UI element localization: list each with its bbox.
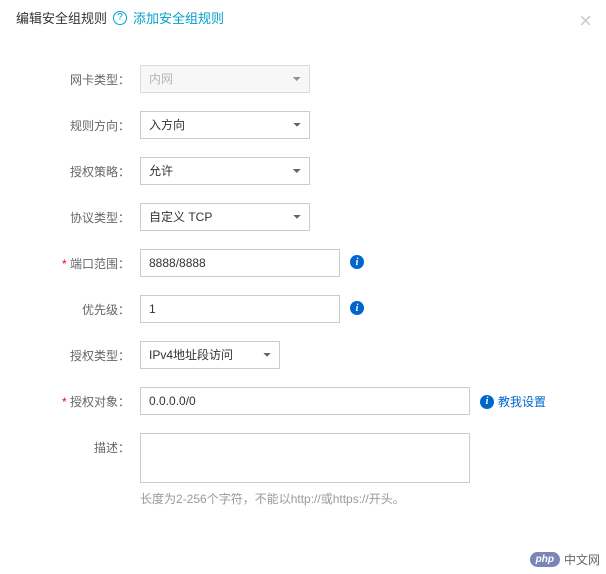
php-badge: php	[530, 552, 560, 567]
description-hint: 长度为2-256个字符，不能以http://或https://开头。	[140, 490, 470, 507]
textarea-description[interactable]	[140, 433, 470, 483]
info-icon[interactable]: i	[350, 255, 364, 269]
label-port-range: 端口范围：	[20, 249, 140, 272]
rule-form: 网卡类型： 内网 规则方向： 入方向 授权策略： 允许 协议类型： 自定义 TC…	[0, 35, 606, 535]
label-protocol: 协议类型：	[20, 203, 140, 226]
input-auth-object[interactable]	[140, 387, 470, 415]
watermark-text: 中文网	[564, 551, 600, 568]
row-policy: 授权策略： 允许	[20, 157, 586, 185]
row-description: 描述： 长度为2-256个字符，不能以http://或https://开头。	[20, 433, 586, 507]
row-protocol: 协议类型： 自定义 TCP	[20, 203, 586, 231]
select-policy[interactable]: 允许	[140, 157, 310, 185]
teach-me-link[interactable]: 教我设置	[498, 393, 546, 410]
select-nic-type: 内网	[140, 65, 310, 93]
add-rule-link[interactable]: 添加安全组规则	[133, 8, 224, 27]
input-port-range[interactable]	[140, 249, 340, 277]
help-icon[interactable]: ?	[113, 11, 127, 25]
label-priority: 优先级：	[20, 295, 140, 318]
info-icon[interactable]: i	[480, 395, 494, 409]
select-direction[interactable]: 入方向	[140, 111, 310, 139]
label-auth-type: 授权类型：	[20, 341, 140, 364]
info-icon[interactable]: i	[350, 301, 364, 315]
watermark: php 中文网	[530, 551, 600, 568]
row-direction: 规则方向： 入方向	[20, 111, 586, 139]
row-nic-type: 网卡类型： 内网	[20, 65, 586, 93]
label-description: 描述：	[20, 433, 140, 456]
row-auth-object: 授权对象： i 教我设置	[20, 387, 586, 415]
label-auth-object: 授权对象：	[20, 387, 140, 410]
dialog-title: 编辑安全组规则	[16, 8, 107, 27]
row-port-range: 端口范围： i	[20, 249, 586, 277]
row-priority: 优先级： i	[20, 295, 586, 323]
select-protocol[interactable]: 自定义 TCP	[140, 203, 310, 231]
dialog-header: 编辑安全组规则 ? 添加安全组规则	[0, 0, 606, 35]
row-auth-type: 授权类型： IPv4地址段访问	[20, 341, 586, 369]
label-policy: 授权策略：	[20, 157, 140, 180]
close-icon[interactable]: ×	[579, 10, 592, 32]
label-nic-type: 网卡类型：	[20, 65, 140, 88]
label-direction: 规则方向：	[20, 111, 140, 134]
select-auth-type[interactable]: IPv4地址段访问	[140, 341, 280, 369]
input-priority[interactable]	[140, 295, 340, 323]
